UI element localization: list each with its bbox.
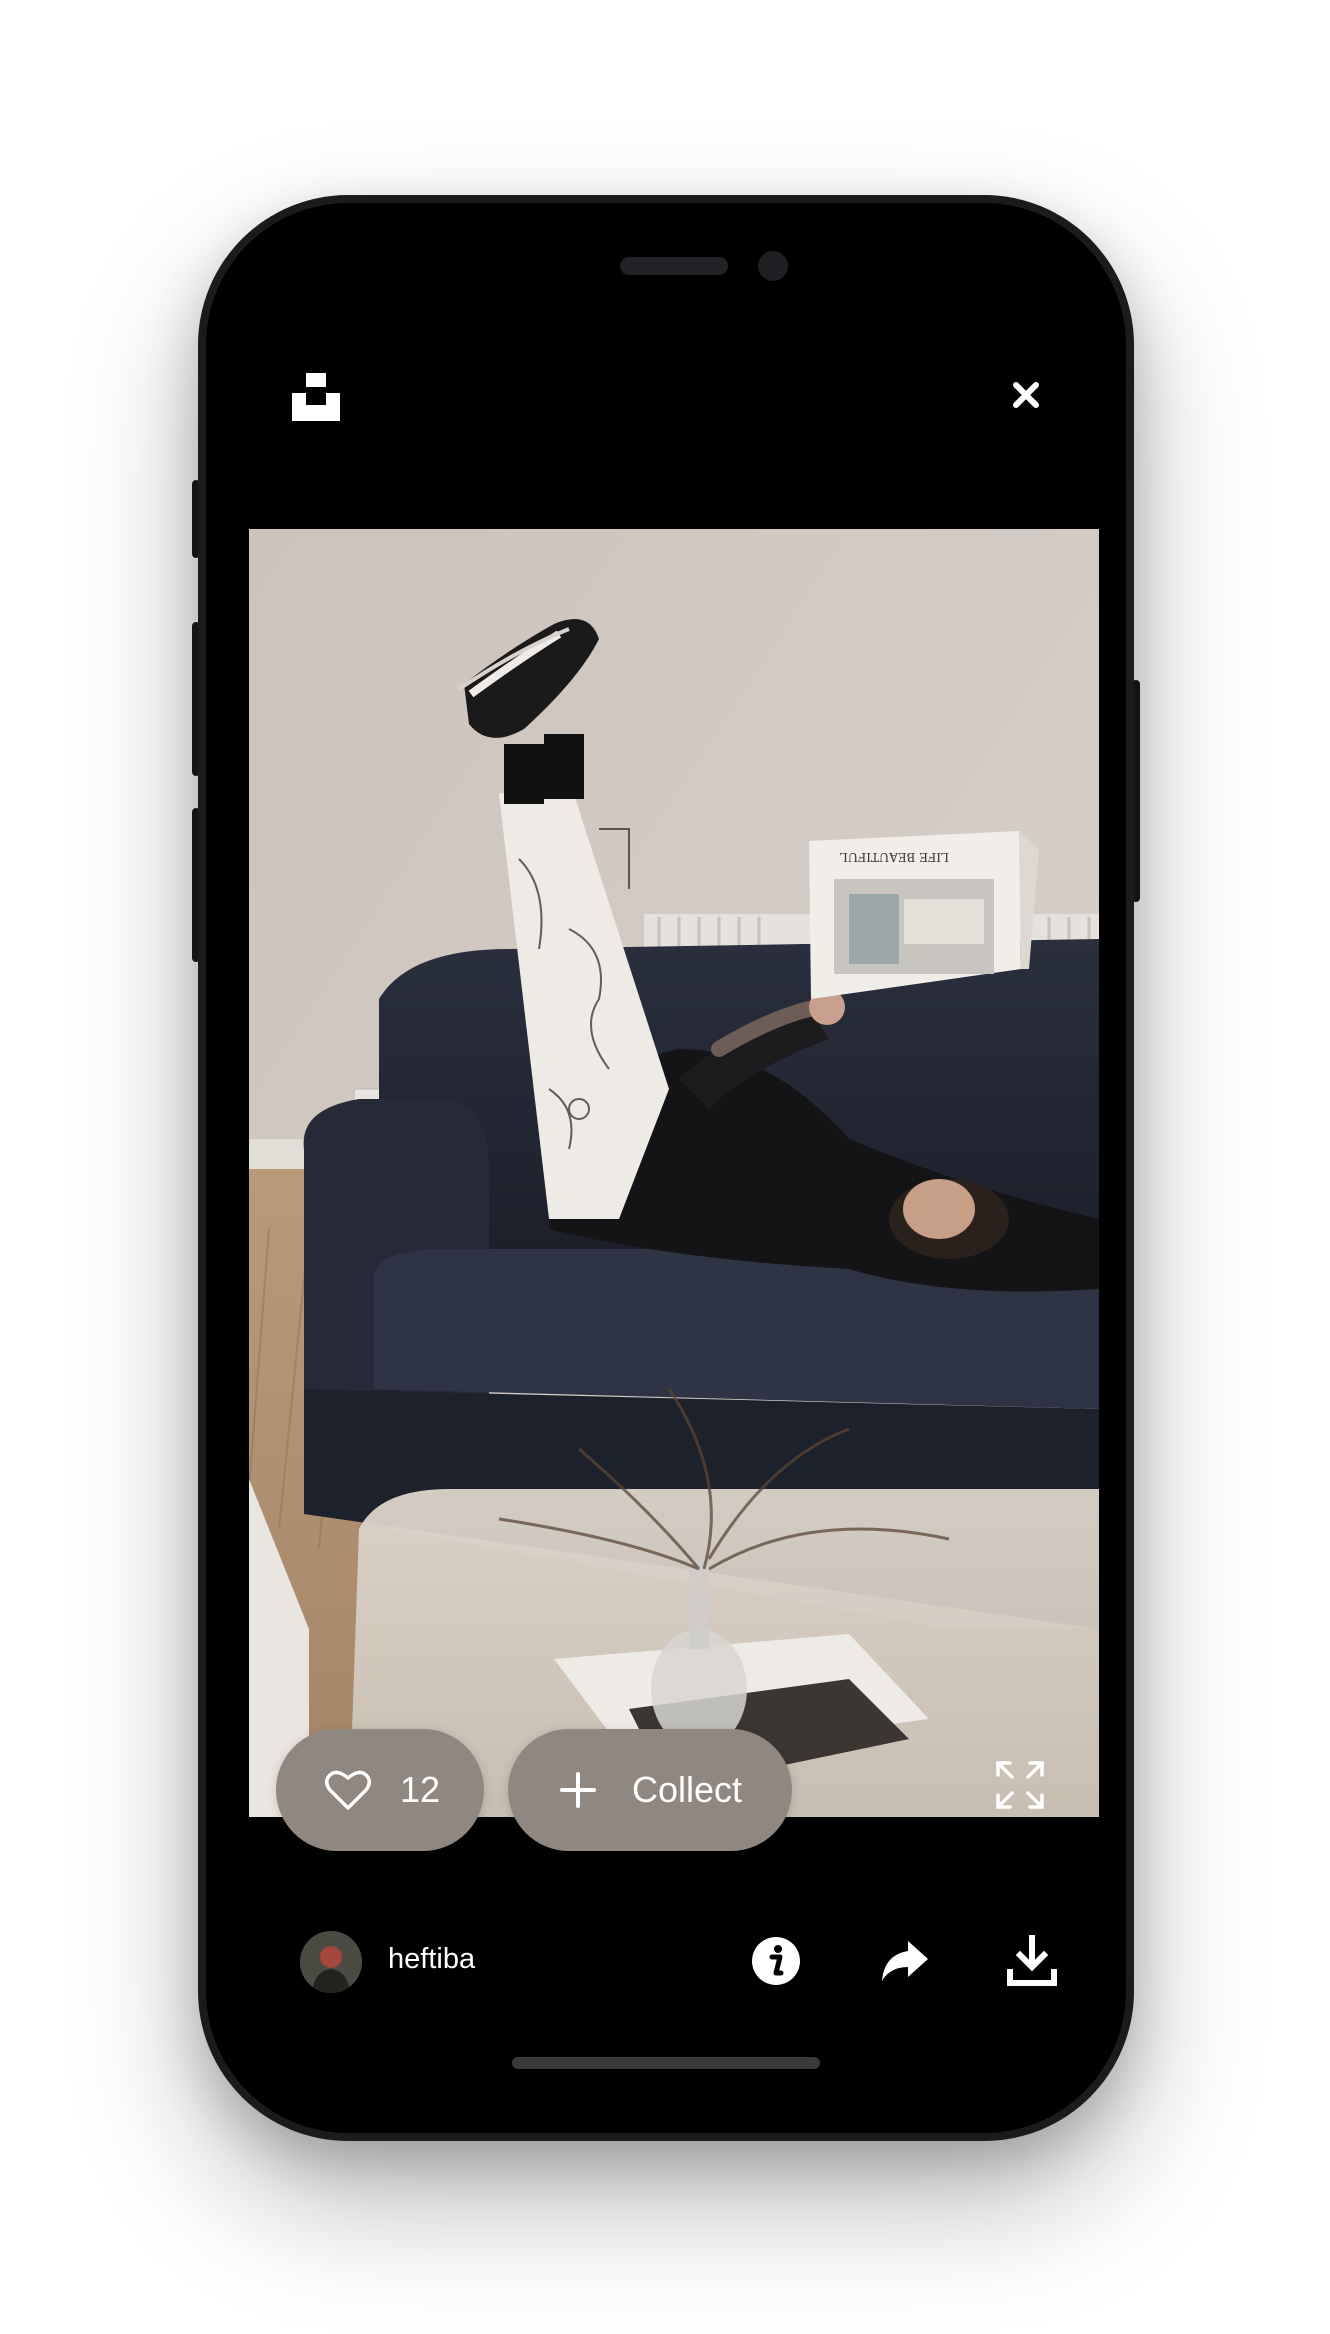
unsplash-logo-icon[interactable] [292, 373, 340, 421]
download-icon[interactable] [1006, 1934, 1058, 1987]
close-icon[interactable] [1006, 375, 1046, 415]
info-icon[interactable] [750, 1935, 802, 1987]
home-indicator [512, 2057, 820, 2069]
avatar[interactable] [300, 1931, 362, 1993]
expand-icon[interactable] [994, 1759, 1046, 1811]
phone-screen: LIFE BEAUTIFUL 12 Collect heftiba [206, 203, 1126, 2133]
heart-outline-icon [324, 1768, 372, 1812]
collect-button[interactable]: Collect [508, 1729, 792, 1851]
phone-frame: LIFE BEAUTIFUL 12 Collect heftiba [198, 195, 1134, 2141]
author-username[interactable]: heftiba [388, 1943, 475, 1976]
svg-text:LIFE BEAUTIFUL: LIFE BEAUTIFUL [840, 850, 949, 864]
front-camera [758, 251, 788, 281]
photo-image[interactable]: LIFE BEAUTIFUL [249, 529, 1099, 1817]
plus-icon [560, 1772, 596, 1808]
collect-label: Collect [632, 1769, 743, 1810]
share-icon[interactable] [878, 1935, 930, 1987]
speaker-grille [620, 257, 728, 275]
like-count: 12 [400, 1769, 441, 1810]
like-button[interactable]: 12 [276, 1729, 484, 1851]
